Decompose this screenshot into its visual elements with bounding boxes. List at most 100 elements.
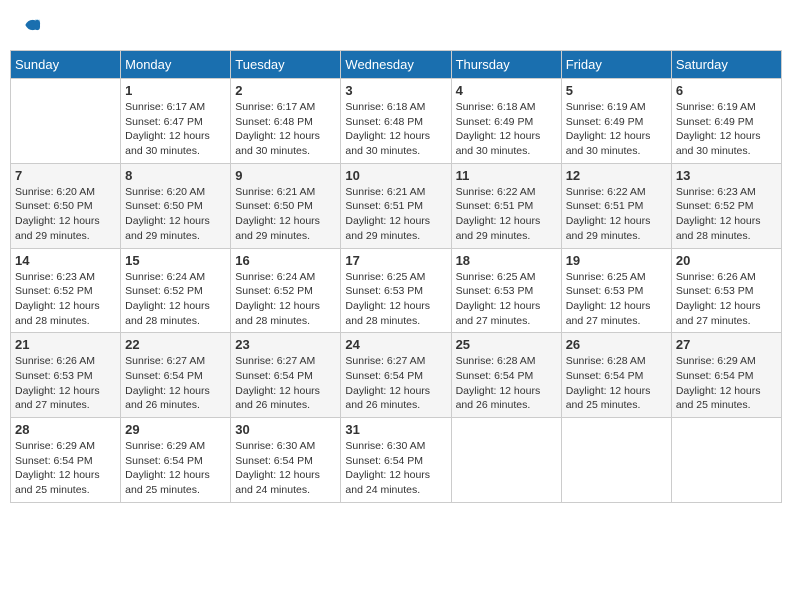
calendar-week-row: 14 Sunrise: 6:23 AM Sunset: 6:52 PM Dayli… [11, 248, 782, 333]
calendar-cell: 23 Sunrise: 6:27 AM Sunset: 6:54 PM Dayli… [231, 333, 341, 418]
calendar-cell: 31 Sunrise: 6:30 AM Sunset: 6:54 PM Dayli… [341, 418, 451, 503]
calendar-cell: 19Sunrise: 6:25 AM Sunset: 6:53 PM Dayli… [561, 248, 671, 333]
day-number: 7 [15, 168, 116, 183]
day-number: 10 [345, 168, 446, 183]
calendar-cell: 5 Sunrise: 6:19 AM Sunset: 6:49 PM Daylig… [561, 79, 671, 164]
calendar-table: SundayMondayTuesdayWednesdayThursdayFrid… [10, 50, 782, 503]
day-number: 16 [235, 253, 336, 268]
calendar-cell: 20 Sunrise: 6:26 AM Sunset: 6:53 PM Dayli… [671, 248, 781, 333]
calendar-cell: 22 Sunrise: 6:27 AM Sunset: 6:54 PM Dayli… [121, 333, 231, 418]
column-header-friday: Friday [561, 51, 671, 79]
day-number: 15 [125, 253, 226, 268]
day-number: 5 [566, 83, 667, 98]
calendar-week-row: 28Sunrise: 6:29 AM Sunset: 6:54 PM Dayli… [11, 418, 782, 503]
day-number: 13 [676, 168, 777, 183]
day-number: 25 [456, 337, 557, 352]
day-info: Sunrise: 6:20 AM Sunset: 6:50 PM Dayligh… [125, 185, 226, 244]
calendar-cell: 11 Sunrise: 6:22 AM Sunset: 6:51 PM Dayli… [451, 163, 561, 248]
day-info: Sunrise: 6:27 AM Sunset: 6:54 PM Dayligh… [125, 354, 226, 413]
calendar-week-row: 21 Sunrise: 6:26 AM Sunset: 6:53 PM Dayli… [11, 333, 782, 418]
calendar-cell: 17Sunrise: 6:25 AM Sunset: 6:53 PM Dayli… [341, 248, 451, 333]
column-header-tuesday: Tuesday [231, 51, 341, 79]
day-number: 18 [456, 253, 557, 268]
day-number: 9 [235, 168, 336, 183]
day-number: 17 [345, 253, 446, 268]
calendar-cell: 12 Sunrise: 6:22 AM Sunset: 6:51 PM Dayli… [561, 163, 671, 248]
day-info: Sunrise: 6:29 AM Sunset: 6:54 PM Dayligh… [125, 439, 226, 498]
day-info: Sunrise: 6:19 AM Sunset: 6:49 PM Dayligh… [566, 100, 667, 159]
calendar-cell: 4 Sunrise: 6:18 AM Sunset: 6:49 PM Daylig… [451, 79, 561, 164]
day-info: Sunrise: 6:28 AM Sunset: 6:54 PM Dayligh… [566, 354, 667, 413]
day-number: 31 [345, 422, 446, 437]
day-info: Sunrise: 6:23 AM Sunset: 6:52 PM Dayligh… [676, 185, 777, 244]
calendar-cell: 16Sunrise: 6:24 AM Sunset: 6:52 PM Dayli… [231, 248, 341, 333]
day-info: Sunrise: 6:29 AM Sunset: 6:54 PM Dayligh… [676, 354, 777, 413]
day-number: 26 [566, 337, 667, 352]
day-number: 14 [15, 253, 116, 268]
calendar-cell: 13 Sunrise: 6:23 AM Sunset: 6:52 PM Dayli… [671, 163, 781, 248]
calendar-cell: 29 Sunrise: 6:29 AM Sunset: 6:54 PM Dayli… [121, 418, 231, 503]
day-info: Sunrise: 6:30 AM Sunset: 6:54 PM Dayligh… [345, 439, 446, 498]
calendar-cell: 21 Sunrise: 6:26 AM Sunset: 6:53 PM Dayli… [11, 333, 121, 418]
calendar-cell: 27 Sunrise: 6:29 AM Sunset: 6:54 PM Dayli… [671, 333, 781, 418]
calendar-cell: 2Sunrise: 6:17 AM Sunset: 6:48 PM Daylig… [231, 79, 341, 164]
calendar-week-row: 1 Sunrise: 6:17 AM Sunset: 6:47 PM Daylig… [11, 79, 782, 164]
calendar-cell: 6 Sunrise: 6:19 AM Sunset: 6:49 PM Daylig… [671, 79, 781, 164]
day-info: Sunrise: 6:21 AM Sunset: 6:50 PM Dayligh… [235, 185, 336, 244]
calendar-cell: 8 Sunrise: 6:20 AM Sunset: 6:50 PM Daylig… [121, 163, 231, 248]
day-info: Sunrise: 6:19 AM Sunset: 6:49 PM Dayligh… [676, 100, 777, 159]
day-info: Sunrise: 6:26 AM Sunset: 6:53 PM Dayligh… [676, 270, 777, 329]
calendar-cell: 26 Sunrise: 6:28 AM Sunset: 6:54 PM Dayli… [561, 333, 671, 418]
day-info: Sunrise: 6:26 AM Sunset: 6:53 PM Dayligh… [15, 354, 116, 413]
day-number: 27 [676, 337, 777, 352]
calendar-cell: 14 Sunrise: 6:23 AM Sunset: 6:52 PM Dayli… [11, 248, 121, 333]
day-number: 12 [566, 168, 667, 183]
calendar-cell: 24 Sunrise: 6:27 AM Sunset: 6:54 PM Dayli… [341, 333, 451, 418]
day-number: 24 [345, 337, 446, 352]
day-number: 23 [235, 337, 336, 352]
day-number: 22 [125, 337, 226, 352]
calendar-cell [11, 79, 121, 164]
calendar-cell: 7 Sunrise: 6:20 AM Sunset: 6:50 PM Daylig… [11, 163, 121, 248]
day-number: 6 [676, 83, 777, 98]
day-number: 21 [15, 337, 116, 352]
day-info: Sunrise: 6:25 AM Sunset: 6:53 PM Dayligh… [456, 270, 557, 329]
day-info: Sunrise: 6:18 AM Sunset: 6:48 PM Dayligh… [345, 100, 446, 159]
day-info: Sunrise: 6:22 AM Sunset: 6:51 PM Dayligh… [456, 185, 557, 244]
logo-icon [22, 15, 42, 35]
day-info: Sunrise: 6:20 AM Sunset: 6:50 PM Dayligh… [15, 185, 116, 244]
logo [20, 15, 42, 35]
day-info: Sunrise: 6:23 AM Sunset: 6:52 PM Dayligh… [15, 270, 116, 329]
day-number: 1 [125, 83, 226, 98]
day-number: 20 [676, 253, 777, 268]
calendar-cell: 18 Sunrise: 6:25 AM Sunset: 6:53 PM Dayli… [451, 248, 561, 333]
day-number: 4 [456, 83, 557, 98]
column-header-thursday: Thursday [451, 51, 561, 79]
calendar-cell [451, 418, 561, 503]
day-info: Sunrise: 6:28 AM Sunset: 6:54 PM Dayligh… [456, 354, 557, 413]
page-header [10, 10, 782, 40]
day-info: Sunrise: 6:27 AM Sunset: 6:54 PM Dayligh… [345, 354, 446, 413]
column-header-wednesday: Wednesday [341, 51, 451, 79]
day-info: Sunrise: 6:18 AM Sunset: 6:49 PM Dayligh… [456, 100, 557, 159]
calendar-header-row: SundayMondayTuesdayWednesdayThursdayFrid… [11, 51, 782, 79]
day-info: Sunrise: 6:25 AM Sunset: 6:53 PM Dayligh… [566, 270, 667, 329]
calendar-week-row: 7 Sunrise: 6:20 AM Sunset: 6:50 PM Daylig… [11, 163, 782, 248]
day-info: Sunrise: 6:22 AM Sunset: 6:51 PM Dayligh… [566, 185, 667, 244]
day-info: Sunrise: 6:17 AM Sunset: 6:47 PM Dayligh… [125, 100, 226, 159]
day-number: 3 [345, 83, 446, 98]
day-info: Sunrise: 6:29 AM Sunset: 6:54 PM Dayligh… [15, 439, 116, 498]
day-number: 29 [125, 422, 226, 437]
calendar-cell: 3 Sunrise: 6:18 AM Sunset: 6:48 PM Daylig… [341, 79, 451, 164]
day-number: 11 [456, 168, 557, 183]
day-info: Sunrise: 6:27 AM Sunset: 6:54 PM Dayligh… [235, 354, 336, 413]
day-info: Sunrise: 6:21 AM Sunset: 6:51 PM Dayligh… [345, 185, 446, 244]
day-number: 8 [125, 168, 226, 183]
column-header-sunday: Sunday [11, 51, 121, 79]
column-header-monday: Monday [121, 51, 231, 79]
calendar-cell [561, 418, 671, 503]
day-info: Sunrise: 6:17 AM Sunset: 6:48 PM Dayligh… [235, 100, 336, 159]
calendar-cell: 15Sunrise: 6:24 AM Sunset: 6:52 PM Dayli… [121, 248, 231, 333]
calendar-cell: 10 Sunrise: 6:21 AM Sunset: 6:51 PM Dayli… [341, 163, 451, 248]
column-header-saturday: Saturday [671, 51, 781, 79]
